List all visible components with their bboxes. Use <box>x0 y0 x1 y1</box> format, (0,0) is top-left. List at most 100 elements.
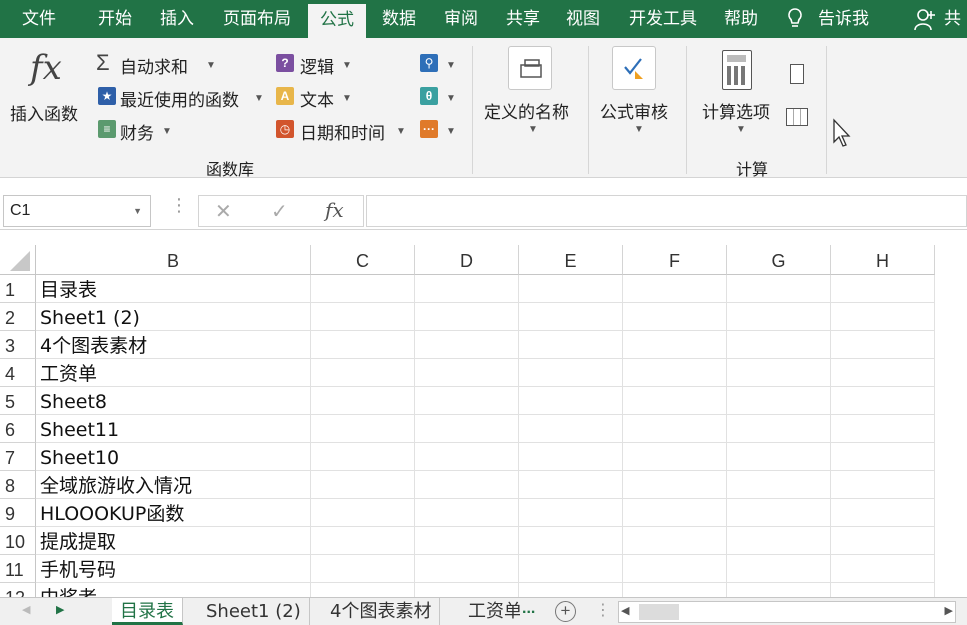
empty-cell[interactable] <box>311 527 415 555</box>
empty-cell[interactable] <box>623 499 727 527</box>
empty-cell[interactable] <box>727 527 831 555</box>
horizontal-scrollbar[interactable]: ◀ ▶ <box>618 601 956 623</box>
empty-cell[interactable] <box>727 359 831 387</box>
empty-cell[interactable] <box>831 303 935 331</box>
empty-cell[interactable] <box>623 527 727 555</box>
empty-cell[interactable] <box>415 443 519 471</box>
row-header[interactable]: 11 <box>0 555 36 583</box>
empty-cell[interactable] <box>623 443 727 471</box>
tab-file[interactable]: 文件 <box>8 0 70 38</box>
empty-cell[interactable] <box>623 387 727 415</box>
name-box[interactable]: C1 ▼ <box>3 195 151 227</box>
empty-cell[interactable] <box>415 471 519 499</box>
scroll-left-arrow-icon[interactable]: ◀ <box>621 604 629 617</box>
row-header[interactable]: 1 <box>0 275 36 303</box>
empty-cell[interactable] <box>831 555 935 583</box>
row-header[interactable]: 8 <box>0 471 36 499</box>
empty-cell[interactable] <box>311 443 415 471</box>
empty-cell[interactable] <box>415 415 519 443</box>
empty-cell[interactable] <box>727 415 831 443</box>
column-header-h[interactable]: H <box>831 245 935 275</box>
formula-input[interactable] <box>366 195 967 227</box>
empty-cell[interactable] <box>311 583 415 597</box>
empty-cell[interactable] <box>519 555 623 583</box>
lookup-reference-button[interactable]: ⚲ ▼ <box>420 52 460 76</box>
column-header-d[interactable]: D <box>415 245 519 275</box>
empty-cell[interactable] <box>831 471 935 499</box>
row-header[interactable]: 3 <box>0 331 36 359</box>
select-all-corner[interactable] <box>0 245 36 275</box>
formula-auditing-button[interactable]: 公式审核 ▼ <box>596 44 678 144</box>
empty-cell[interactable] <box>311 275 415 303</box>
empty-cell[interactable] <box>311 471 415 499</box>
empty-cell[interactable] <box>727 443 831 471</box>
tab-developer[interactable]: 开发工具 <box>618 0 708 38</box>
empty-cell[interactable] <box>831 443 935 471</box>
drag-dots-icon[interactable]: ⋮ <box>595 600 611 620</box>
empty-cell[interactable] <box>623 275 727 303</box>
cell-b[interactable]: 手机号码 <box>36 555 311 583</box>
sheet-tab-payroll[interactable]: 工资单 <box>460 598 520 625</box>
empty-cell[interactable] <box>415 583 519 597</box>
scroll-right-arrow-icon[interactable]: ▶ <box>945 604 953 617</box>
empty-cell[interactable] <box>415 331 519 359</box>
tab-review[interactable]: 审阅 <box>434 0 488 38</box>
empty-cell[interactable] <box>311 303 415 331</box>
financial-button[interactable]: ≡ 财务 ▼ <box>96 118 176 144</box>
empty-cell[interactable] <box>727 387 831 415</box>
add-sheet-button[interactable]: + <box>555 601 576 622</box>
datetime-button[interactable]: ◷ 日期和时间 ▼ <box>276 118 410 144</box>
empty-cell[interactable] <box>519 527 623 555</box>
enter-button[interactable]: ✓ <box>271 199 288 224</box>
calc-options-button[interactable]: 计算选项 ▼ <box>696 44 780 144</box>
empty-cell[interactable] <box>311 415 415 443</box>
empty-cell[interactable] <box>623 303 727 331</box>
empty-cell[interactable] <box>623 555 727 583</box>
insert-function-button[interactable]: fx 插入函数 <box>6 48 88 128</box>
empty-cell[interactable] <box>831 583 935 597</box>
row-header[interactable]: 6 <box>0 415 36 443</box>
empty-cell[interactable] <box>415 387 519 415</box>
column-header-b[interactable]: B <box>36 245 311 275</box>
empty-cell[interactable] <box>311 331 415 359</box>
more-functions-button[interactable]: ··· ▼ <box>420 118 460 142</box>
recent-functions-button[interactable]: ★ 最近使用的函数 ▼ <box>96 85 266 111</box>
empty-cell[interactable] <box>519 387 623 415</box>
empty-cell[interactable] <box>831 359 935 387</box>
empty-cell[interactable] <box>519 275 623 303</box>
empty-cell[interactable] <box>415 359 519 387</box>
empty-cell[interactable] <box>623 471 727 499</box>
cell-b[interactable]: Sheet10 <box>36 443 311 471</box>
empty-cell[interactable] <box>623 331 727 359</box>
cell-b[interactable]: 提成提取 <box>36 527 311 555</box>
scroll-left-icon[interactable]: ◀ <box>22 603 30 616</box>
defined-names-button[interactable]: 定义的名称 ▼ <box>482 44 580 144</box>
cell-b[interactable]: Sheet11 <box>36 415 311 443</box>
scroll-right-icon[interactable]: ▶ <box>56 603 64 616</box>
empty-cell[interactable] <box>831 499 935 527</box>
cancel-button[interactable]: ✕ <box>215 199 232 224</box>
empty-cell[interactable] <box>831 275 935 303</box>
logical-button[interactable]: ? 逻辑 ▼ <box>276 52 356 78</box>
empty-cell[interactable] <box>311 499 415 527</box>
column-header-e[interactable]: E <box>519 245 623 275</box>
row-header[interactable]: 9 <box>0 499 36 527</box>
row-header[interactable]: 12 <box>0 583 36 597</box>
empty-cell[interactable] <box>727 583 831 597</box>
empty-cell[interactable] <box>727 331 831 359</box>
row-header[interactable]: 7 <box>0 443 36 471</box>
empty-cell[interactable] <box>623 415 727 443</box>
empty-cell[interactable] <box>727 471 831 499</box>
tab-page-layout[interactable]: 页面布局 <box>214 0 300 38</box>
empty-cell[interactable] <box>831 415 935 443</box>
insert-function-fx-button[interactable]: fx <box>325 198 344 222</box>
tab-formulas[interactable]: 公式 <box>308 4 366 42</box>
empty-cell[interactable] <box>727 499 831 527</box>
sheet-tab-sheet1-2[interactable]: Sheet1 (2) <box>198 598 310 625</box>
empty-cell[interactable] <box>623 583 727 597</box>
empty-cell[interactable] <box>415 555 519 583</box>
share-button[interactable]: 共 <box>910 0 967 38</box>
tab-view[interactable]: 视图 <box>556 0 610 38</box>
row-header[interactable]: 4 <box>0 359 36 387</box>
cell-b[interactable]: 工资单 <box>36 359 311 387</box>
